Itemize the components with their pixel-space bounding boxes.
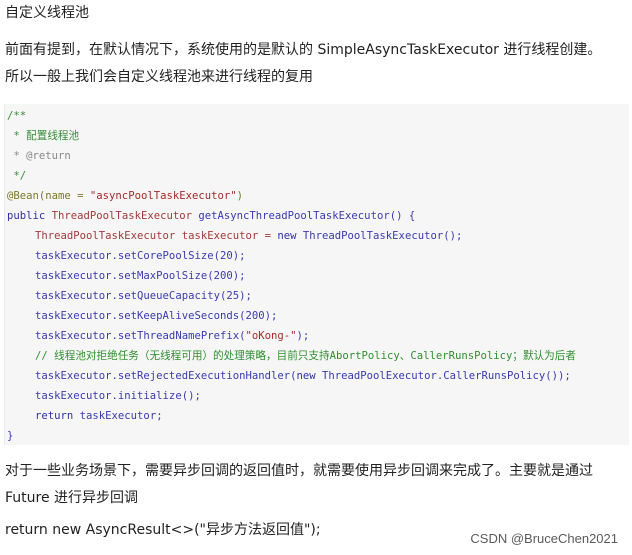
watermark: CSDN @BruceChen2021 (470, 531, 618, 546)
method-signature: getAsyncThreadPoolTaskExecutor() { (198, 210, 416, 222)
constructor-call: ThreadPoolExecutor.CallerRunsPolicy()); (322, 370, 571, 382)
keyword: return (35, 410, 80, 422)
after-paragraph: 对于一些业务场景下，需要异步回调的返回值时，就需要使用异步回调来完成了。主要就是… (5, 458, 629, 512)
after-line-2: Future 进行异步回调 (5, 490, 139, 506)
return-value: taskExecutor; (79, 410, 163, 422)
code-line-11: taskExecutor.setKeepAliveSeconds(200); (35, 310, 278, 322)
keyword: public (7, 210, 52, 222)
method-call-end: ); (296, 330, 310, 342)
code-line-6: public ThreadPoolTaskExecutor getAsyncTh… (7, 206, 415, 226)
code-line-5: @Bean(name = "asyncPoolTaskExecutor") (7, 186, 243, 206)
string-literal: "asyncPoolTaskExecutor" (89, 190, 237, 202)
string-literal: "oKong-" (245, 330, 297, 342)
annotation-end: ) (236, 190, 244, 202)
code-line-3: * @return (7, 150, 71, 162)
code-line-4: */ (7, 170, 27, 182)
code-line-9: taskExecutor.setMaxPoolSize(200); (35, 270, 246, 282)
section-heading: 自定义线程池 (5, 5, 89, 21)
method-call: taskExecutor.setThreadNamePrefix( (35, 330, 246, 342)
keyword: new (277, 230, 303, 242)
method-call: taskExecutor.setRejectedExecutionHandler… (35, 370, 297, 382)
code-line-10: taskExecutor.setQueueCapacity(25); (35, 290, 252, 302)
variable-assign: taskExecutor = (181, 230, 278, 242)
intro-paragraph: 前面有提到，在默认情况下，系统使用的是默认的 SimpleAsyncTaskEx… (5, 37, 629, 91)
code-block: /** * 配置线程池 * @return */ @Bean(name = "a… (4, 104, 629, 445)
code-line-14: taskExecutor.setRejectedExecutionHandler… (7, 366, 571, 386)
code-line-8: taskExecutor.setCorePoolSize(20); (35, 250, 246, 262)
code-line-17: } (7, 430, 14, 442)
type-name: ThreadPoolTaskExecutor (51, 210, 199, 222)
intro-line-1: 前面有提到，在默认情况下，系统使用的是默认的 SimpleAsyncTaskEx… (5, 42, 602, 58)
code-line-12: taskExecutor.setThreadNamePrefix("oKong-… (7, 326, 309, 346)
code-line-2: * 配置线程池 (7, 130, 80, 142)
type-name: ThreadPoolTaskExecutor (35, 230, 182, 242)
code-line-7: ThreadPoolTaskExecutor taskExecutor = ne… (7, 226, 462, 246)
code-line-1: /** (7, 110, 27, 122)
intro-line-2: 所以一般上我们会自定义线程池来进行线程的复用 (5, 69, 313, 85)
keyword: new (296, 370, 323, 382)
code-line-13-comment: // 线程池对拒绝任务（无线程可用）的处理策略，目前只支持AbortPolicy… (35, 350, 576, 362)
after-line-1: 对于一些业务场景下，需要异步回调的返回值时，就需要使用异步回调来完成了。主要就是… (5, 463, 593, 479)
annotation: @Bean(name = (7, 190, 90, 202)
code-line-15: taskExecutor.initialize(); (35, 390, 201, 402)
code-line-16: return taskExecutor; (7, 406, 163, 426)
constructor-call: ThreadPoolTaskExecutor(); (302, 230, 463, 242)
